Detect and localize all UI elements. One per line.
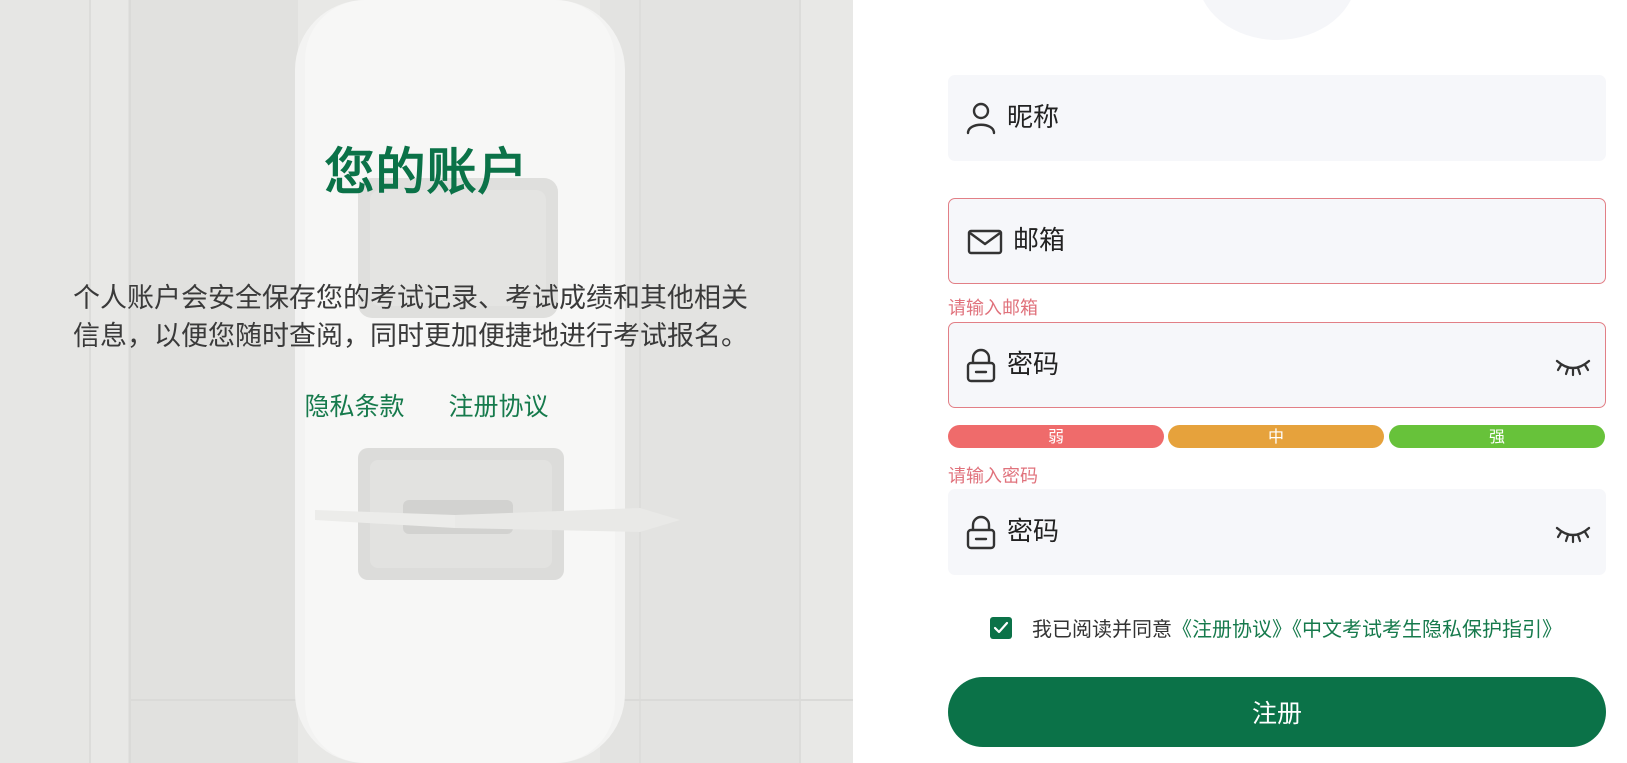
account-description: 个人账户会安全保存您的考试记录、考试成绩和其他相关 信息，以便您随时查阅，同时更… [73,280,793,356]
avatar-circle [1197,0,1357,40]
agreement-checkbox[interactable] [990,617,1012,639]
info-content: 您的账户 个人账户会安全保存您的考试记录、考试成绩和其他相关 信息，以便您随时查… [0,0,853,763]
lock-icon [966,515,996,550]
strength-medium: 中 [1168,425,1384,448]
register-button[interactable]: 注册 [948,677,1606,747]
confirm-password-field[interactable] [948,489,1606,575]
strength-strong: 强 [1389,425,1605,448]
agreement-prefix: 我已阅读并同意 [1032,617,1172,641]
password-input[interactable] [1007,323,1527,407]
eye-closed-icon[interactable] [1553,516,1593,548]
password-strength-meter: 弱 中 强 [948,425,1606,448]
nickname-field[interactable] [948,75,1606,161]
user-icon [966,102,996,135]
mail-icon [967,229,1003,255]
policy-links: 隐私条款 注册协议 [0,387,853,423]
check-icon [993,621,1009,634]
password-error-message: 请输入密码 [948,466,1038,487]
registration-agreement-link[interactable]: 注册协议 [448,392,548,421]
eye-closed-icon[interactable] [1553,349,1593,381]
page-title: 您的账户 [324,143,529,201]
password-field[interactable] [948,322,1606,408]
info-panel: 您的账户 个人账户会安全保存您的考试记录、考试成绩和其他相关 信息，以便您随时查… [0,0,853,763]
email-error-message: 请输入邮箱 [948,298,1038,319]
confirm-password-input[interactable] [1007,490,1527,574]
email-field[interactable] [948,198,1606,284]
description-line-1: 个人账户会安全保存您的考试记录、考试成绩和其他相关 [73,283,748,314]
strength-weak: 弱 [948,425,1164,448]
lock-icon [966,348,996,383]
nickname-input[interactable] [1007,76,1527,160]
agreement-text: 我已阅读并同意《注册协议》《中文考试考生隐私保护指引》 [1032,616,1562,642]
registration-agreement-link[interactable]: 《注册协议》 [1172,617,1292,641]
privacy-terms-link[interactable]: 隐私条款 [305,392,405,421]
email-input[interactable] [1013,199,1533,283]
register-page: 您的账户 个人账户会安全保存您的考试记录、考试成绩和其他相关 信息，以便您随时查… [0,0,1627,763]
privacy-guideline-link[interactable]: 《中文考试考生隐私保护指引》 [1292,617,1562,641]
description-line-2: 信息，以便您随时查阅，同时更加便捷地进行考试报名。 [73,321,748,352]
